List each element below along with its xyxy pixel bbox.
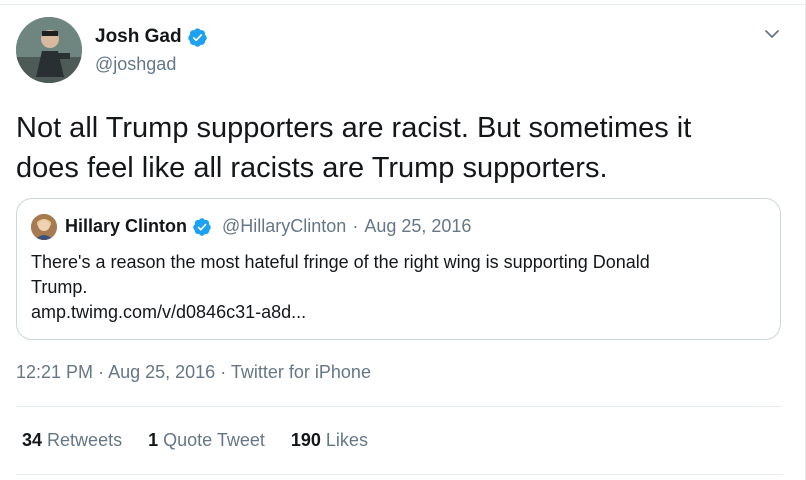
quoted-text-line: Trump. <box>31 277 88 297</box>
likes-count: 190 <box>290 430 321 450</box>
verified-badge-icon <box>192 217 212 237</box>
top-divider <box>0 4 806 5</box>
quoted-separator: · <box>352 216 359 236</box>
tweet-source[interactable]: Twitter for iPhone <box>231 362 371 382</box>
quotes-count: 1 <box>148 430 159 450</box>
author-name-row: Josh Gad <box>95 26 208 48</box>
quoted-tweet[interactable]: Hillary Clinton @HillaryClinton · Aug 25… <box>16 198 781 340</box>
retweets-stat[interactable]: 34 Retweets <box>22 430 122 451</box>
tweet-time[interactable]: 12:21 PM <box>16 362 93 382</box>
quoted-handle: @HillaryClinton <box>222 216 347 236</box>
quoted-link[interactable]: amp.twimg.com/v/d0846c31-a8d... <box>31 300 761 325</box>
tweet-date[interactable]: Aug 25, 2016 <box>108 362 215 382</box>
divider <box>16 474 782 475</box>
retweets-label: Retweets <box>47 430 123 450</box>
tweet-card: Josh Gad @joshgad Not all Trump supporte… <box>0 0 806 480</box>
quoted-text-line: There's a reason the most hateful fringe… <box>31 252 650 272</box>
tweet-metadata: 12:21 PM · Aug 25, 2016 · Twitter for iP… <box>16 362 371 383</box>
verified-badge-icon <box>187 27 208 48</box>
author-avatar[interactable] <box>16 17 82 83</box>
quote-tweets-stat[interactable]: 1 Quote Tweet <box>148 430 265 451</box>
quoted-text: There's a reason the most hateful fringe… <box>31 250 761 325</box>
likes-stat[interactable]: 190 Likes <box>291 430 368 451</box>
divider <box>16 406 782 407</box>
quoted-display-name: Hillary Clinton <box>65 216 188 236</box>
likes-label: Likes <box>325 430 368 450</box>
retweets-count: 34 <box>22 430 43 450</box>
chevron-down-icon[interactable] <box>762 24 782 44</box>
meta-separator: · <box>220 362 227 382</box>
tweet-text: Not all Trump supporters are racist. But… <box>16 108 776 188</box>
quoted-date: Aug 25, 2016 <box>364 216 472 236</box>
quoted-header: Hillary Clinton @HillaryClinton · Aug 25… <box>65 216 471 237</box>
meta-separator: · <box>98 362 105 382</box>
author-display-name[interactable]: Josh Gad <box>95 26 182 48</box>
tweet-stats: 34 Retweets 1 Quote Tweet 190 Likes <box>22 430 394 451</box>
tweet-text-line: Not all Trump supporters are racist. But… <box>16 112 692 144</box>
quoted-author-avatar <box>31 214 57 240</box>
author-handle[interactable]: @joshgad <box>95 54 176 75</box>
quotes-label: Quote Tweet <box>163 430 265 450</box>
tweet-text-line: does feel like all racists are Trump sup… <box>16 152 608 184</box>
